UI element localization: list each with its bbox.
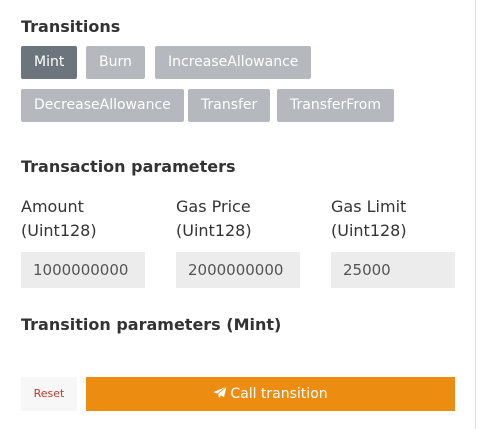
amount-label-type: (Uint128) <box>21 221 97 240</box>
gas-limit-input[interactable]: 25000 <box>331 252 455 288</box>
gas-limit-label-type: (Uint128) <box>331 221 407 240</box>
call-transition-label: Call transition <box>230 386 328 402</box>
amount-label-name: Amount <box>21 197 84 216</box>
transition-transferfrom-button[interactable]: TransferFrom <box>277 89 394 122</box>
gas-limit-label-name: Gas Limit <box>331 197 407 216</box>
transaction-parameters-heading: Transaction parameters <box>21 157 236 176</box>
transition-transfer-button[interactable]: Transfer <box>188 89 271 122</box>
gas-price-input[interactable]: 2000000000 <box>176 252 300 288</box>
gas-price-label-type: (Uint128) <box>176 221 252 240</box>
contract-panel: Transitions Mint Burn IncreaseAllowance … <box>0 0 476 429</box>
amount-label: Amount (Uint128) <box>21 195 97 243</box>
transition-burn-button[interactable]: Burn <box>86 46 145 79</box>
paper-plane-icon <box>213 386 228 399</box>
reset-button[interactable]: Reset <box>21 377 77 411</box>
transition-parameters-heading: Transition parameters (Mint) <box>21 315 282 334</box>
gas-price-label: Gas Price (Uint128) <box>176 195 252 243</box>
transition-mint-button[interactable]: Mint <box>21 46 78 79</box>
transition-decreaseallowance-button[interactable]: DecreaseAllowance <box>21 89 184 122</box>
call-transition-button[interactable]: Call transition <box>86 377 455 411</box>
transitions-heading: Transitions <box>21 17 121 36</box>
gas-price-label-name: Gas Price <box>176 197 251 216</box>
transition-increaseallowance-button[interactable]: IncreaseAllowance <box>155 46 312 79</box>
gas-limit-label: Gas Limit (Uint128) <box>331 195 407 243</box>
amount-input[interactable]: 1000000000 <box>21 252 145 288</box>
